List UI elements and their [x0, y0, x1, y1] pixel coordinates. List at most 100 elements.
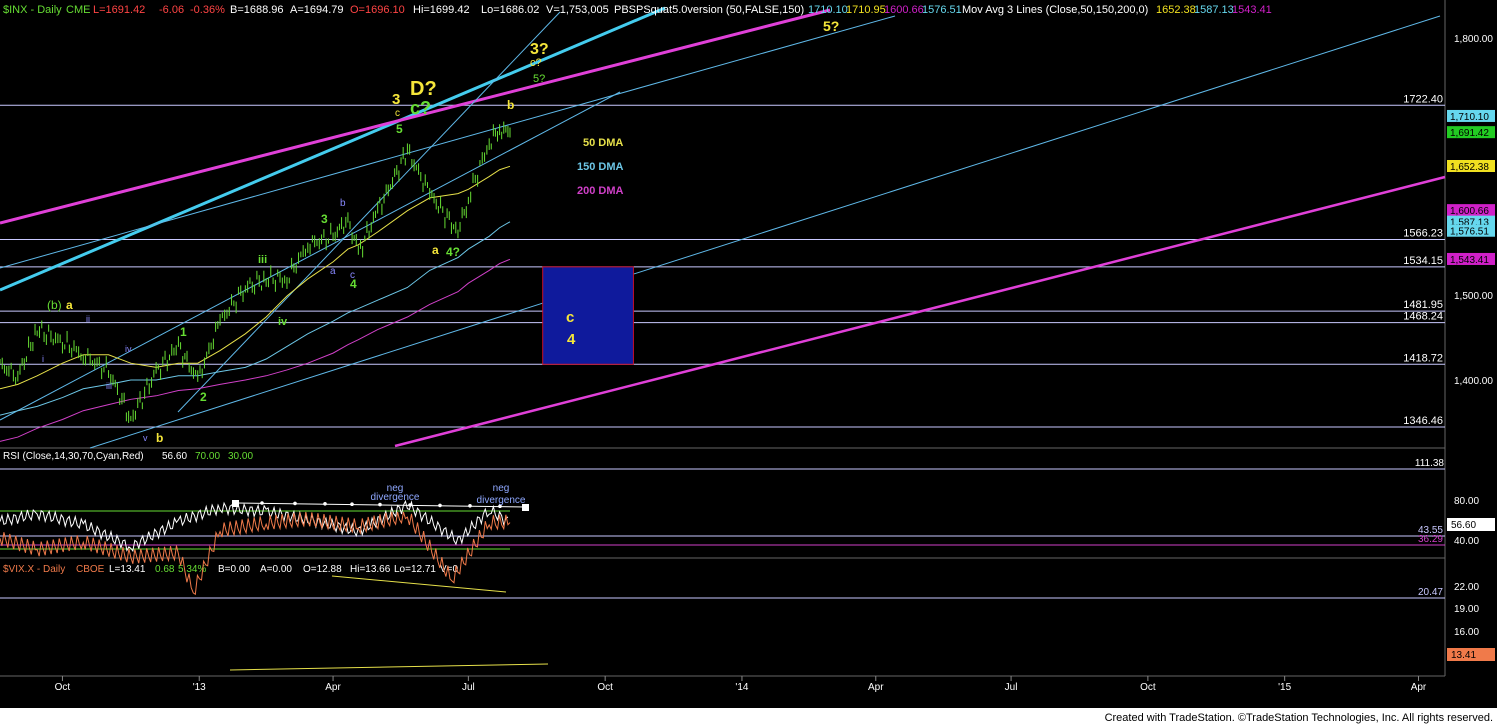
rsi-header: RSI (Close,14,30,70,Cyan,Red) 56.60 70.0…: [3, 451, 253, 462]
wave-5-question-small: 5?: [533, 73, 545, 85]
legend-200dma: 200 DMA: [577, 185, 624, 197]
header-change: -6.06: [159, 4, 184, 16]
footer-credit: Created with TradeStation. ©TradeStation…: [1105, 712, 1493, 724]
rsi-note2-line1: neg: [493, 483, 510, 494]
wave-c-question-2: c?: [530, 57, 542, 69]
price-value-boxes: 1,710.101,691.421,652.381,600.661,587.13…: [1447, 109, 1495, 266]
vix-tick-19: 19.00: [1454, 604, 1479, 615]
vix-ask: A=0.00: [260, 564, 292, 575]
dma-legend: 50 DMA 150 DMA 200 DMA: [577, 137, 624, 197]
rsi-value-box-text: 56.60: [1451, 520, 1476, 531]
vix-change: 0.68: [155, 564, 175, 575]
rsi-divergence-marker: [468, 504, 472, 508]
wave-iii-small: iii: [106, 381, 112, 391]
header-open: O=1696.10: [350, 4, 405, 16]
vix-symbol: $VIX.X - Daily: [3, 564, 65, 575]
rsi-level-label-111: 111.38: [1415, 458, 1445, 469]
price-value-box-text: 1,691.42: [1450, 128, 1489, 139]
header-low: Lo=1686.02: [481, 4, 539, 16]
vix-bid: B=0.00: [218, 564, 250, 575]
rsi-divergence-marker: [323, 502, 327, 506]
x-tick-label: Jul: [462, 682, 475, 693]
price-value-box-text: 1,543.41: [1450, 255, 1489, 266]
level-label: 1346.46: [1403, 415, 1443, 427]
x-tick-label: Apr: [1411, 682, 1427, 693]
wave-i-small: i: [42, 354, 44, 364]
rsi-panel[interactable]: [0, 448, 1445, 558]
level-label: 1418.72: [1403, 352, 1443, 364]
wave-3-yellow: 3: [392, 91, 400, 108]
header-last: L=1691.42: [93, 4, 145, 16]
price-panel[interactable]: [0, 0, 1445, 448]
vix-level-label: 20.47: [1418, 587, 1443, 598]
header-ind1-v4: 1576.51: [922, 4, 962, 16]
rsi-os: 30.00: [228, 451, 253, 462]
wave-2: 2: [200, 390, 207, 404]
wave-b-blue: b: [340, 198, 346, 209]
wave-a-yellow-2: a: [432, 243, 439, 257]
level-label: 1468.24: [1403, 311, 1443, 323]
header-ind2-v2: 1587.13: [1194, 4, 1234, 16]
x-tick-label: '13: [193, 682, 206, 693]
y-tick-1400: 1,400.00: [1454, 376, 1493, 387]
price-value-box-text: 1,652.38: [1450, 162, 1489, 173]
vix-exchange: CBOE: [76, 564, 105, 575]
box-label-4: 4: [567, 331, 576, 348]
wave-4-question: 4?: [446, 245, 460, 259]
rsi-note1-line2: divergence: [371, 492, 420, 503]
wave-ii-small: ii: [86, 314, 90, 324]
wave-4-green: 4: [350, 277, 357, 291]
wave-D-question: D?: [410, 78, 437, 100]
rsi-label: RSI (Close,14,30,70,Cyan,Red): [3, 451, 144, 462]
rsi-divergence-marker: [378, 502, 382, 507]
x-tick-label: Apr: [325, 682, 341, 693]
x-tick-label: Oct: [597, 682, 613, 693]
wave-a-small: a: [330, 266, 336, 277]
x-tick-label: '15: [1278, 682, 1291, 693]
target-zone-box[interactable]: [542, 266, 634, 365]
legend-50dma: 50 DMA: [583, 137, 623, 149]
header-ind2-v1: 1652.38: [1156, 4, 1196, 16]
rsi-divergence-marker: [293, 501, 297, 506]
x-tick-label: Apr: [868, 682, 884, 693]
rsi-level-label-36: 36.29: [1418, 534, 1443, 545]
y-tick-1500: 1,500.00: [1454, 291, 1493, 302]
vix-last: L=13.41: [109, 564, 146, 575]
header-ind2-v3: 1543.41: [1232, 4, 1272, 16]
vix-tick-22: 22.00: [1454, 582, 1479, 593]
wave-3-green: 3: [321, 212, 328, 226]
wave-C-question: c?: [410, 98, 431, 118]
price-value-box-text: 1,600.66: [1450, 206, 1489, 217]
header-indicator1: PBSPSquat5.0version (50,FALSE,150): [614, 4, 804, 16]
vix-tick-16: 16.00: [1454, 627, 1479, 638]
header-indicator2: Mov Avg 3 Lines (Close,50,150,200,0): [962, 4, 1148, 16]
rsi-divergence-marker: [350, 502, 354, 507]
header-ind1-v1: 1710.10: [808, 4, 848, 16]
rsi-divergence-marker: [438, 503, 442, 508]
level-label: 1534.15: [1403, 255, 1443, 267]
header-ind1-v2: 1710.95: [846, 4, 886, 16]
vix-open: O=12.88: [303, 564, 342, 575]
header-ind1-v3: 1600.66: [884, 4, 924, 16]
rsi-note2-line2: divergence: [477, 495, 526, 506]
price-value-box-text: 1,710.10: [1450, 112, 1489, 123]
header-exchange: CME: [66, 4, 90, 16]
chart-canvas: $INX - Daily CME L=1691.42 -6.06 -0.36% …: [0, 0, 1497, 725]
header-change-pct: -0.36%: [190, 4, 225, 16]
x-tick-label: Oct: [55, 682, 71, 693]
x-tick-label: Jul: [1005, 682, 1018, 693]
vix-value-box-text: 13.41: [1451, 650, 1476, 661]
level-label: 1481.95: [1403, 299, 1443, 311]
wave-c-yellow: c: [395, 108, 400, 119]
vix-high: Hi=13.66: [350, 564, 391, 575]
header-volume: V=1,753,005: [546, 4, 609, 16]
box-label-c: c: [566, 309, 574, 326]
wave-iv: iv: [278, 316, 288, 328]
vix-low: Lo=12.71: [394, 564, 436, 575]
wave-iv-small: iv: [125, 344, 132, 354]
rsi-tick-80: 80.00: [1454, 496, 1479, 507]
price-value-box-text: 1,576.51: [1450, 227, 1489, 238]
x-tick-label: Oct: [1140, 682, 1156, 693]
vix-panel[interactable]: [0, 558, 1445, 676]
wave-b-yellow-2: b: [507, 98, 514, 112]
